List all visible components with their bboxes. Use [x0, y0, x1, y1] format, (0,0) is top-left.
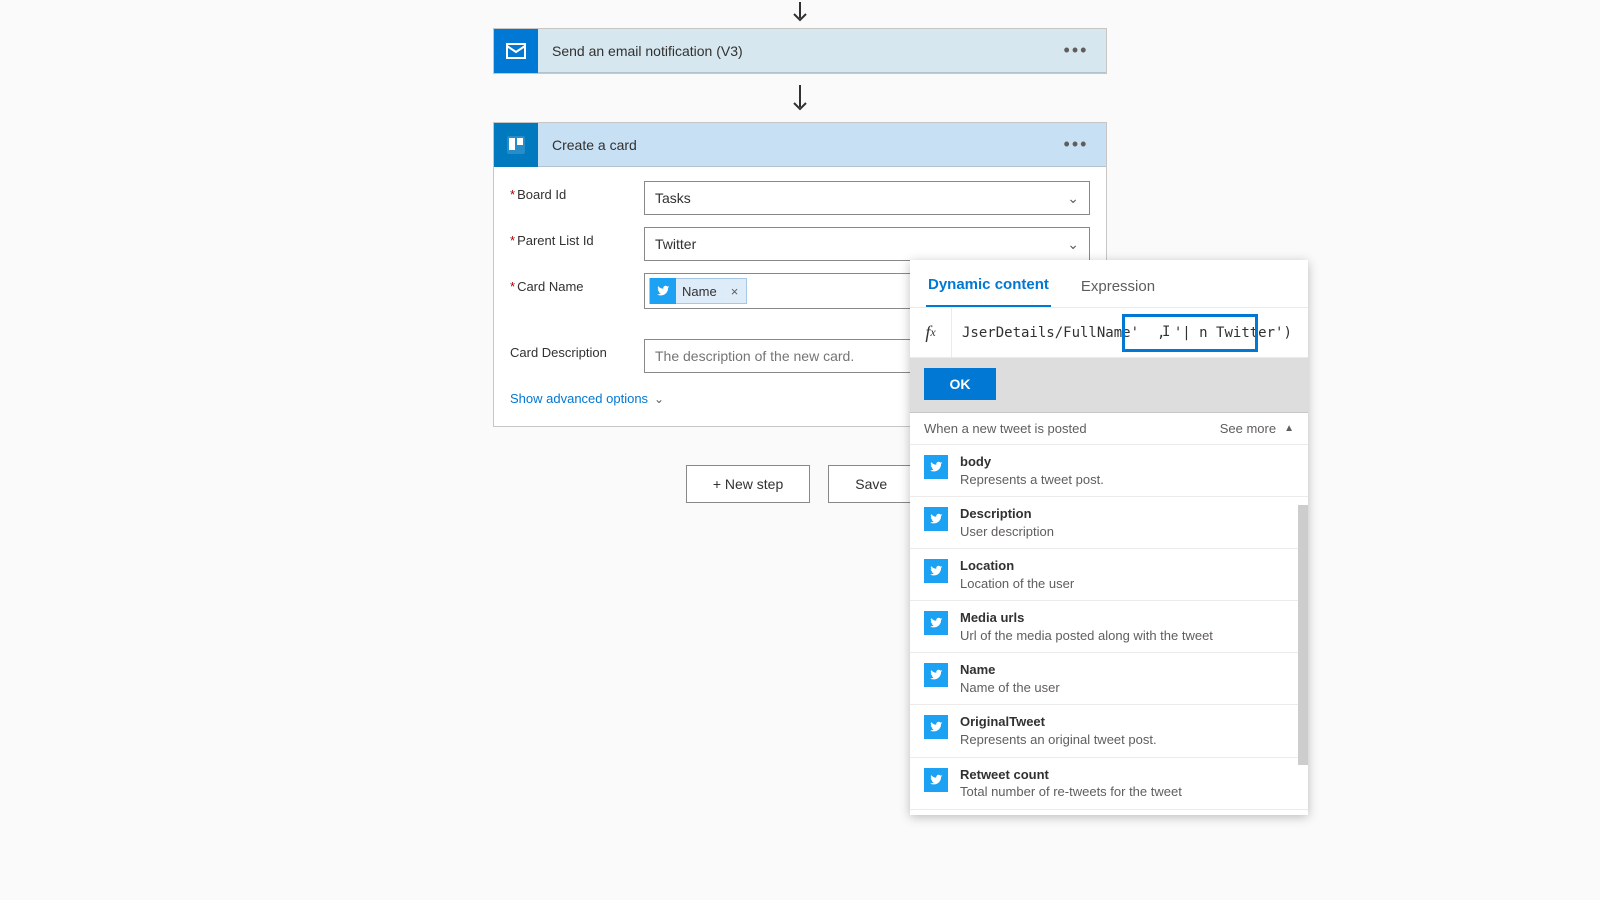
new-step-button[interactable]: + New step: [686, 465, 810, 503]
dynamic-item-desc: Represents an original tweet post.: [960, 731, 1157, 749]
step-title: Create a card: [552, 137, 1048, 153]
show-advanced-options-link[interactable]: Show advanced options ⌄: [510, 391, 664, 406]
tab-expression[interactable]: Expression: [1079, 278, 1157, 307]
field-label-board: *Board Id: [510, 181, 630, 202]
step-menu-button[interactable]: •••: [1062, 134, 1090, 155]
twitter-icon: [924, 559, 948, 583]
field-label-list: *Parent List Id: [510, 227, 630, 248]
dynamic-content-item[interactable]: Description User description: [910, 497, 1308, 549]
dynamic-content-item[interactable]: Name Name of the user: [910, 653, 1308, 705]
board-id-select[interactable]: Tasks ⌄: [644, 181, 1090, 215]
twitter-icon: [924, 715, 948, 739]
twitter-icon: [924, 455, 948, 479]
tab-dynamic-content[interactable]: Dynamic content: [926, 276, 1051, 307]
twitter-icon: [924, 507, 948, 531]
collapse-icon[interactable]: ▲: [1284, 423, 1294, 434]
mail-icon: [494, 29, 538, 73]
dynamic-content-item[interactable]: OriginalTweet Represents an original twe…: [910, 705, 1308, 757]
twitter-icon: [924, 663, 948, 687]
dynamic-content-item[interactable]: Retweet count Total number of re-tweets …: [910, 758, 1308, 810]
see-more-link[interactable]: See more: [1220, 421, 1276, 436]
dynamic-item-desc: Url of the media posted along with the t…: [960, 627, 1213, 645]
twitter-icon: [650, 278, 676, 304]
flow-arrow-icon: [493, 0, 1107, 26]
twitter-icon: [924, 768, 948, 792]
dynamic-item-title: Retweet count: [960, 766, 1182, 784]
dynamic-item-desc: User description: [960, 523, 1054, 541]
token-remove-button[interactable]: ×: [723, 284, 747, 299]
chevron-down-icon: ⌄: [1067, 236, 1079, 253]
dynamic-item-desc: Location of the user: [960, 575, 1074, 593]
expression-input[interactable]: JserDetails/FullName', '| n Twitter') I: [952, 308, 1308, 357]
dynamic-item-title: Media urls: [960, 609, 1213, 627]
scrollbar[interactable]: [1298, 505, 1308, 765]
field-label-carddesc: Card Description: [510, 339, 630, 360]
step-title: Send an email notification (V3): [552, 43, 1048, 59]
dynamic-token-name[interactable]: Name ×: [649, 278, 747, 304]
dynamic-content-item[interactable]: Location Location of the user: [910, 549, 1308, 601]
ok-button[interactable]: OK: [924, 368, 996, 400]
dynamic-item-desc: Name of the user: [960, 679, 1060, 697]
dynamic-item-title: Location: [960, 557, 1074, 575]
dynamic-content-item[interactable]: Tweet text Text content of the tweet: [910, 810, 1308, 815]
field-label-cardname: *Card Name: [510, 273, 630, 294]
dynamic-item-title: OriginalTweet: [960, 713, 1157, 731]
dynamic-item-desc: Total number of re-tweets for the tweet: [960, 783, 1182, 801]
trello-icon: [494, 123, 538, 167]
dynamic-item-title: Description: [960, 505, 1054, 523]
chevron-down-icon: ⌄: [1067, 190, 1079, 207]
dynamic-content-panel: Dynamic content Expression fx JserDetail…: [910, 260, 1308, 815]
parent-list-id-select[interactable]: Twitter ⌄: [644, 227, 1090, 261]
step-menu-button[interactable]: •••: [1062, 40, 1090, 61]
dynamic-content-item[interactable]: Media urls Url of the media posted along…: [910, 601, 1308, 653]
dynamic-content-item[interactable]: body Represents a tweet post.: [910, 445, 1308, 497]
dynamic-item-desc: Represents a tweet post.: [960, 471, 1104, 489]
fx-icon: fx: [910, 308, 952, 357]
dynamic-content-list[interactable]: body Represents a tweet post. Descriptio…: [910, 445, 1308, 815]
chevron-down-icon: ⌄: [654, 392, 664, 406]
flow-step-email[interactable]: Send an email notification (V3) •••: [493, 28, 1107, 74]
save-button[interactable]: Save: [828, 465, 914, 503]
dynamic-item-title: body: [960, 453, 1104, 471]
dynamic-item-title: Name: [960, 661, 1060, 679]
twitter-icon: [924, 611, 948, 635]
dynamic-section-title: When a new tweet is posted: [924, 421, 1087, 436]
flow-arrow-icon: [493, 84, 1107, 114]
